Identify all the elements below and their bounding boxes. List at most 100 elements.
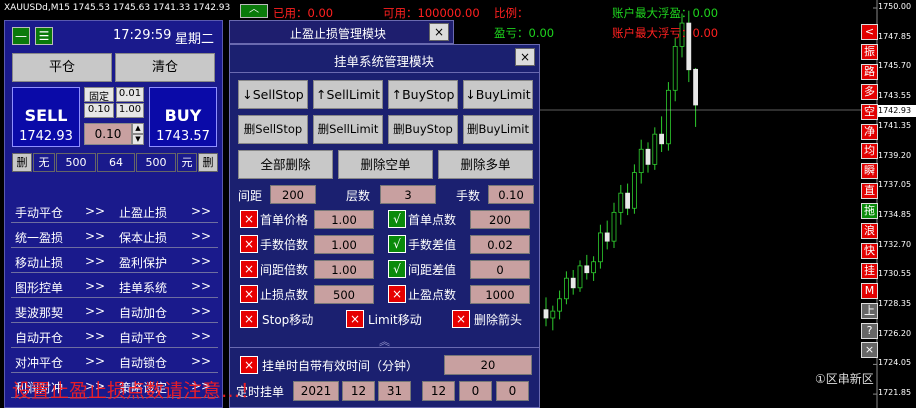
month-field[interactable]: 12	[342, 381, 375, 401]
menu-arrow-left[interactable]: >>	[85, 229, 105, 243]
stop-move-toggle[interactable]: ×	[240, 310, 258, 328]
toolbar-button[interactable]: ?	[861, 322, 878, 339]
toolbar-button[interactable]: 瞬	[861, 163, 878, 180]
toolbar-button[interactable]: 均	[861, 143, 878, 160]
expiry-toggle[interactable]: ×	[240, 356, 258, 374]
collapse-stats-icon[interactable]: ︿	[240, 4, 268, 18]
collapse-toggle-icon[interactable]: ︽	[230, 333, 539, 348]
hour-field[interactable]: 12	[422, 381, 455, 401]
delete-long-button[interactable]: 删除多单	[438, 150, 533, 179]
delete-short-button[interactable]: 删除空单	[338, 150, 433, 179]
menu-arrow-right[interactable]: >>	[191, 254, 211, 268]
param-left-toggle[interactable]: ×	[240, 260, 258, 278]
toolbar-button[interactable]: 直	[861, 183, 878, 200]
menu-item-right[interactable]: 挂单系统	[119, 279, 167, 296]
param-left-toggle[interactable]: ×	[240, 285, 258, 303]
menu-item-left[interactable]: 手动平仓	[15, 204, 63, 221]
menu-arrow-right[interactable]: >>	[191, 229, 211, 243]
menu-item-right[interactable]: 自动加仓	[119, 304, 167, 321]
minute-field[interactable]: 0	[459, 381, 492, 401]
limit-move-toggle[interactable]: ×	[346, 310, 364, 328]
menu-arrow-left[interactable]: >>	[85, 329, 105, 343]
spacing-input[interactable]: 200	[270, 185, 316, 204]
param-left-toggle[interactable]: ×	[240, 235, 258, 253]
delete-left-button[interactable]: 删	[12, 153, 32, 172]
menu-arrow-left[interactable]: >>	[85, 354, 105, 368]
toolbar-button[interactable]: 空	[861, 103, 878, 120]
param-right-input[interactable]: 0	[470, 260, 530, 279]
menu-item-left[interactable]: 移动止损	[15, 254, 63, 271]
delete-buy-limit-button[interactable]: 删BuyLimit	[463, 115, 533, 144]
menu-arrow-right[interactable]: >>	[191, 329, 211, 343]
lot-size-input[interactable]: 0.10	[84, 123, 132, 145]
tp-sl-close-icon[interactable]: ×	[429, 23, 449, 41]
toolbar-button[interactable]: <	[861, 24, 878, 40]
menu-item-right[interactable]: 止盈止损	[119, 204, 167, 221]
menu-item-right[interactable]: 保本止损	[119, 229, 167, 246]
toolbar-button[interactable]: 振	[861, 43, 878, 60]
toolbar-button[interactable]: M	[861, 282, 878, 299]
toolbar-button[interactable]: 挂	[861, 262, 878, 279]
close-position-button[interactable]: 平仓	[12, 53, 112, 82]
menu-item-right[interactable]: 自动平仓	[119, 329, 167, 346]
menu-arrow-left[interactable]: >>	[85, 304, 105, 318]
param-right-input[interactable]: 200	[470, 210, 530, 229]
lot-option-100[interactable]: 1.00	[116, 103, 144, 118]
toolbar-button[interactable]: 路	[861, 63, 878, 80]
lot-up-icon[interactable]: ▲	[132, 123, 144, 134]
param-right-input[interactable]: 1000	[470, 285, 530, 304]
buy-limit-button[interactable]: ↓BuyLimit	[463, 80, 533, 109]
sell-button[interactable]: SELL 1742.93	[12, 87, 80, 147]
sell-stop-button[interactable]: ↓SellStop	[238, 80, 308, 109]
delete-sell-stop-button[interactable]: 删SellStop	[238, 115, 308, 144]
menu-arrow-right[interactable]: >>	[191, 279, 211, 293]
param-right-toggle[interactable]: √	[388, 210, 406, 228]
param-left-input[interactable]: 500	[314, 285, 374, 304]
year-field[interactable]: 2021	[293, 381, 339, 401]
menu-arrow-right[interactable]: >>	[191, 204, 211, 218]
menu-arrow-left[interactable]: >>	[85, 204, 105, 218]
buy-button[interactable]: BUY 1743.57	[149, 87, 217, 147]
param-right-toggle[interactable]: √	[388, 235, 406, 253]
param-left-input[interactable]: 1.00	[314, 260, 374, 279]
minimize-icon[interactable]: —	[12, 27, 30, 45]
param-right-input[interactable]: 0.02	[470, 235, 530, 254]
menu-item-left[interactable]: 自动开仓	[15, 329, 63, 346]
toolbar-button[interactable]: 浪	[861, 223, 878, 239]
levels-input[interactable]: 3	[380, 185, 436, 204]
menu-item-left[interactable]: 斐波那契	[15, 304, 63, 321]
menu-arrow-right[interactable]: >>	[191, 354, 211, 368]
param-right-toggle[interactable]: √	[388, 260, 406, 278]
expiry-input[interactable]: 20	[444, 355, 532, 375]
param-left-toggle[interactable]: ×	[240, 210, 258, 228]
menu-item-right[interactable]: 自动锁仓	[119, 354, 167, 371]
lot-option-010[interactable]: 0.10	[84, 103, 114, 118]
sell-limit-button[interactable]: ↑SellLimit	[313, 80, 383, 109]
toolbar-button[interactable]: 净	[861, 123, 878, 140]
sl-points-field[interactable]: 500	[56, 153, 96, 172]
toolbar-button[interactable]: 拖	[861, 203, 878, 220]
dialog-close-icon[interactable]: ×	[515, 48, 535, 66]
menu-item-left[interactable]: 统一盈损	[15, 229, 63, 246]
menu-item-left[interactable]: 对冲平仓	[15, 354, 63, 371]
tp-points-field[interactable]: 500	[136, 153, 176, 172]
menu-arrow-left[interactable]: >>	[85, 254, 105, 268]
delete-sell-limit-button[interactable]: 删SellLimit	[313, 115, 383, 144]
param-left-input[interactable]: 1.00	[314, 210, 374, 229]
lot-option-001[interactable]: 0.01	[116, 87, 144, 102]
toolbar-button[interactable]: 上	[861, 302, 878, 319]
toolbar-button[interactable]: ×	[861, 342, 878, 359]
lot-fixed-label[interactable]: 固定	[84, 87, 114, 103]
menu-icon[interactable]: ☰	[35, 27, 53, 45]
delete-all-button[interactable]: 全部删除	[238, 150, 333, 179]
param-left-input[interactable]: 1.00	[314, 235, 374, 254]
clear-position-button[interactable]: 清仓	[115, 53, 215, 82]
lot-down-icon[interactable]: ▼	[132, 134, 144, 145]
delete-right-button[interactable]: 删	[198, 153, 218, 172]
menu-arrow-right[interactable]: >>	[191, 304, 211, 318]
spread-field[interactable]: 64	[97, 153, 135, 172]
menu-item-left[interactable]: 图形控单	[15, 279, 63, 296]
toolbar-button[interactable]: 快	[861, 242, 878, 259]
param-right-toggle[interactable]: ×	[388, 285, 406, 303]
toolbar-button[interactable]: 多	[861, 83, 878, 100]
